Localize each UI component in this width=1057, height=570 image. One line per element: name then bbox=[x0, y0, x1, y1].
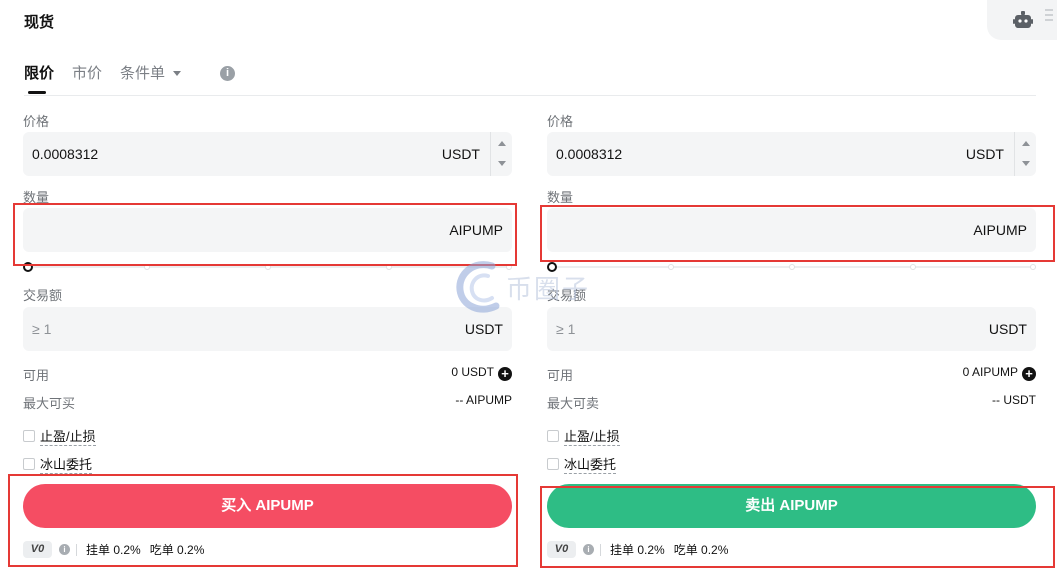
stepper-down-icon[interactable] bbox=[498, 161, 506, 166]
sell-tpsl-checkbox[interactable]: 止盈/止损 bbox=[547, 426, 620, 446]
buy-iceberg-label: 冰山委托 bbox=[40, 457, 93, 474]
buy-price-unit: USDT bbox=[441, 146, 480, 162]
buy-price-value: 0.0008312 bbox=[32, 146, 99, 162]
sell-max-value: -- USDT bbox=[992, 393, 1036, 407]
sell-fee-row: V0 i 挂单 0.2% 吃单 0.2% bbox=[547, 541, 737, 559]
sell-price-value: 0.0008312 bbox=[556, 146, 623, 162]
slider-step-50[interactable] bbox=[789, 264, 795, 270]
plus-circle-icon[interactable]: + bbox=[1022, 367, 1036, 381]
sell-total-input[interactable]: ≥ 1 USDT bbox=[547, 307, 1036, 351]
checkbox-icon[interactable] bbox=[547, 458, 559, 470]
buy-amount-slider[interactable] bbox=[23, 261, 512, 273]
separator bbox=[76, 543, 77, 556]
sell-max-label: 最大可卖 bbox=[547, 396, 600, 411]
buy-amount-label: 数量 bbox=[23, 190, 50, 205]
buy-iceberg-checkbox[interactable]: 冰山委托 bbox=[23, 454, 93, 474]
slider-step-25[interactable] bbox=[668, 264, 674, 270]
sell-price-unit: USDT bbox=[965, 146, 1004, 162]
separator bbox=[600, 543, 601, 556]
stepper-up-icon[interactable] bbox=[498, 141, 506, 146]
buy-price-stepper[interactable] bbox=[490, 132, 512, 176]
sell-amount-slider[interactable] bbox=[547, 261, 1036, 273]
buy-button[interactable]: 买入 AIPUMP bbox=[23, 484, 512, 528]
info-icon[interactable]: i bbox=[59, 544, 70, 555]
buy-amount-input[interactable]: AIPUMP bbox=[23, 208, 512, 252]
plus-circle-icon[interactable]: + bbox=[498, 367, 512, 381]
taker-fee: 吃单 0.2% bbox=[673, 543, 729, 557]
buy-fee-row: V0 i 挂单 0.2% 吃单 0.2% bbox=[23, 541, 213, 559]
buy-total-label: 交易额 bbox=[23, 288, 63, 303]
buy-available-value: 0 USDT bbox=[451, 365, 494, 379]
checkbox-icon[interactable] bbox=[547, 430, 559, 442]
sell-amount-unit: AIPUMP bbox=[973, 222, 1027, 238]
sell-button[interactable]: 卖出 AIPUMP bbox=[547, 484, 1036, 528]
buy-panel: 价格 0.0008312 USDT 数量 AIPUMP 交易额 ≥ 1 USDT… bbox=[23, 0, 513, 570]
buy-total-unit: USDT bbox=[464, 321, 503, 337]
buy-tpsl-label: 止盈/止损 bbox=[40, 429, 96, 446]
sell-total-label: 交易额 bbox=[547, 288, 587, 303]
drag-handle-icon[interactable] bbox=[1045, 9, 1053, 24]
sell-iceberg-checkbox[interactable]: 冰山委托 bbox=[547, 454, 617, 474]
sell-amount-input[interactable]: AIPUMP bbox=[547, 208, 1036, 252]
maker-fee: 挂单 0.2% bbox=[86, 543, 141, 557]
buy-price-label: 价格 bbox=[23, 114, 50, 129]
buy-available-label: 可用 bbox=[23, 368, 50, 383]
vip-level-badge: V0 bbox=[547, 541, 576, 558]
buy-tpsl-checkbox[interactable]: 止盈/止损 bbox=[23, 426, 96, 446]
buy-max-value: -- AIPUMP bbox=[455, 393, 512, 407]
slider-step-75[interactable] bbox=[910, 264, 916, 270]
sell-price-label: 价格 bbox=[547, 114, 574, 129]
sell-total-placeholder: ≥ 1 bbox=[556, 321, 576, 337]
maker-fee: 挂单 0.2% bbox=[610, 543, 665, 557]
sell-iceberg-label: 冰山委托 bbox=[564, 457, 617, 474]
stepper-down-icon[interactable] bbox=[1022, 161, 1030, 166]
sell-amount-label: 数量 bbox=[547, 190, 574, 205]
buy-price-input[interactable]: 0.0008312 USDT bbox=[23, 132, 512, 176]
taker-fee: 吃单 0.2% bbox=[149, 543, 205, 557]
sell-price-stepper[interactable] bbox=[1014, 132, 1036, 176]
sell-panel: 价格 0.0008312 USDT 数量 AIPUMP 交易额 ≥ 1 USDT… bbox=[547, 0, 1037, 570]
sell-total-unit: USDT bbox=[988, 321, 1027, 337]
sell-available-label: 可用 bbox=[547, 368, 574, 383]
checkbox-icon[interactable] bbox=[23, 458, 35, 470]
slider-step-100[interactable] bbox=[506, 264, 512, 270]
slider-step-25[interactable] bbox=[144, 264, 150, 270]
slider-step-75[interactable] bbox=[386, 264, 392, 270]
checkbox-icon[interactable] bbox=[23, 430, 35, 442]
slider-step-100[interactable] bbox=[1030, 264, 1036, 270]
sell-tpsl-label: 止盈/止损 bbox=[564, 429, 620, 446]
slider-step-50[interactable] bbox=[265, 264, 271, 270]
buy-max-label: 最大可买 bbox=[23, 396, 76, 411]
stepper-up-icon[interactable] bbox=[1022, 141, 1030, 146]
slider-knob[interactable] bbox=[547, 262, 557, 272]
sell-price-input[interactable]: 0.0008312 USDT bbox=[547, 132, 1036, 176]
buy-total-placeholder: ≥ 1 bbox=[32, 321, 52, 337]
vip-level-badge: V0 bbox=[23, 541, 52, 558]
buy-total-input[interactable]: ≥ 1 USDT bbox=[23, 307, 512, 351]
buy-amount-unit: AIPUMP bbox=[449, 222, 503, 238]
sell-available-value: 0 AIPUMP bbox=[962, 365, 1018, 379]
slider-knob[interactable] bbox=[23, 262, 33, 272]
info-icon[interactable]: i bbox=[583, 544, 594, 555]
